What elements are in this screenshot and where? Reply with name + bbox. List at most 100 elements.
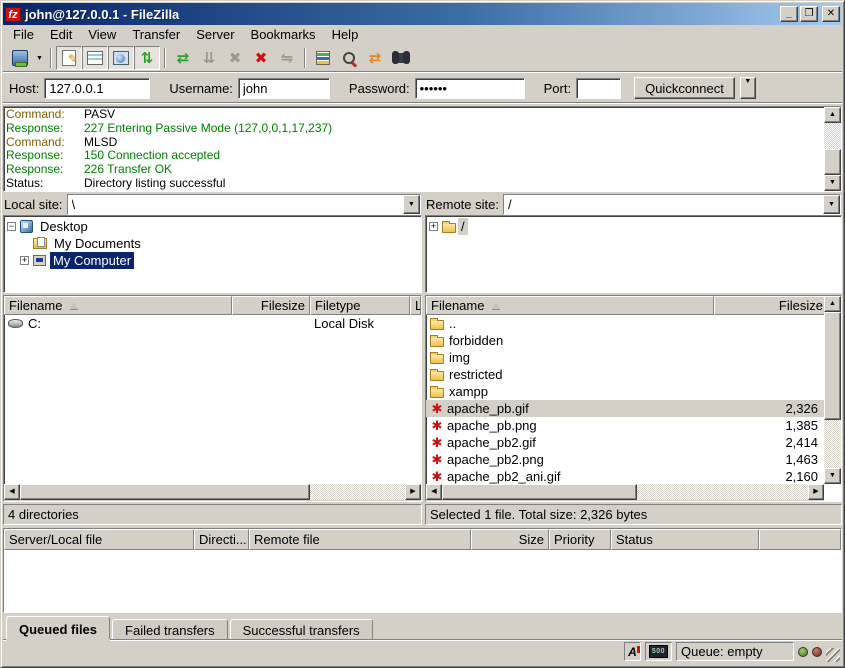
scroll-right-icon[interactable]: ▶ [808, 484, 824, 500]
file-row[interactable]: ✱apache_pb2.png1,463 [426, 451, 824, 468]
toolbar-separator [50, 48, 52, 68]
quickconnect-button[interactable]: Quickconnect [634, 77, 735, 99]
file-row[interactable]: restricted [426, 366, 824, 383]
close-button[interactable]: ✕ [822, 6, 840, 22]
expand-icon[interactable]: + [20, 256, 29, 265]
menu-bookmarks[interactable]: Bookmarks [243, 25, 324, 44]
tree-item-my-computer[interactable]: + My Computer [7, 252, 421, 269]
column-header-filesize[interactable]: Filesize [714, 296, 828, 315]
cancel-operation-button[interactable]: ✖ [222, 46, 248, 70]
scroll-left-icon[interactable]: ◀ [426, 484, 442, 500]
toggle-local-tree-button[interactable] [82, 46, 108, 70]
scroll-up-icon[interactable]: ▲ [824, 296, 841, 312]
reconnect-button[interactable]: ⇋ [274, 46, 300, 70]
scroll-thumb[interactable] [824, 149, 841, 175]
toggle-message-log-button[interactable] [56, 46, 82, 70]
host-label: Host: [9, 81, 39, 96]
synchronized-browsing-button[interactable]: ⇄ [362, 46, 388, 70]
maximize-button[interactable]: ❐ [800, 6, 818, 22]
remote-hscrollbar[interactable]: ◀ ▶ [426, 484, 824, 501]
local-site-input[interactable] [68, 195, 403, 214]
image-file-icon: ✱ [430, 436, 444, 449]
folder-icon [430, 388, 444, 398]
quickconnect-dropdown[interactable]: ▼ [740, 77, 756, 99]
column-header-priority[interactable]: Priority [549, 529, 611, 550]
filter-button[interactable] [310, 46, 336, 70]
tab-failed-transfers[interactable]: Failed transfers [112, 619, 228, 639]
menu-view[interactable]: View [80, 25, 124, 44]
scroll-up-icon[interactable]: ▲ [824, 107, 841, 123]
binoculars-icon [393, 53, 409, 63]
file-row[interactable]: .. [426, 315, 824, 332]
collapse-icon[interactable]: − [7, 222, 16, 231]
file-row[interactable]: ✱apache_pb2.gif2,414 [426, 434, 824, 451]
scroll-thumb[interactable] [824, 312, 841, 420]
tree-item-desktop[interactable]: − Desktop [7, 218, 421, 235]
file-row[interactable]: ✱apache_pb2_ani.gif2,160 [426, 468, 824, 484]
chevron-down-icon[interactable]: ▼ [823, 195, 840, 214]
tab-successful-transfers[interactable]: Successful transfers [230, 619, 373, 639]
menu-server[interactable]: Server [188, 25, 242, 44]
column-header-filetype[interactable]: Filetype [310, 296, 410, 315]
file-row[interactable]: xampp [426, 383, 824, 400]
column-header-lastmodified[interactable]: L [410, 296, 421, 315]
scroll-down-icon[interactable]: ▼ [824, 175, 841, 191]
remote-tree: + / [425, 215, 842, 293]
local-file-list: Filename Filesize Filetype L C: Local Di… [3, 295, 422, 502]
activity-led-red-icon [812, 647, 822, 657]
toolbar-separator [304, 48, 306, 68]
column-header-server-local-file[interactable]: Server/Local file [4, 529, 194, 550]
drive-icon [8, 319, 23, 328]
log-scrollbar[interactable]: ▲ ▼ [824, 107, 841, 191]
column-header-status[interactable]: Status [611, 529, 759, 550]
port-input[interactable] [576, 78, 621, 99]
column-header-remote-file[interactable]: Remote file [249, 529, 471, 550]
username-input[interactable] [238, 78, 330, 99]
refresh-button[interactable]: ⇄ [170, 46, 196, 70]
local-site-combo[interactable]: ▼ [67, 194, 421, 215]
site-manager-dropdown[interactable]: ▼ [33, 46, 46, 70]
remote-vscrollbar[interactable]: ▲ ▼ [824, 296, 841, 484]
remote-site-input[interactable] [504, 195, 823, 214]
remote-site-combo[interactable]: ▼ [503, 194, 841, 215]
file-row-selected[interactable]: ✱apache_pb.gif2,326 [426, 400, 824, 417]
scroll-down-icon[interactable]: ▼ [824, 468, 841, 484]
toggle-queue-button[interactable]: ⇅ [134, 46, 160, 70]
menu-edit[interactable]: Edit [42, 25, 80, 44]
disconnect-icon: ✖ [255, 51, 268, 66]
host-input[interactable] [44, 78, 150, 99]
message-log: Command:PASV Response:227 Entering Passi… [3, 106, 842, 192]
password-input[interactable] [415, 78, 525, 99]
log-line: Status:Directory listing successful [6, 177, 822, 190]
find-files-button[interactable] [388, 46, 414, 70]
scroll-right-icon[interactable]: ▶ [405, 484, 421, 500]
resize-grip[interactable] [826, 648, 840, 662]
scroll-left-icon[interactable]: ◀ [4, 484, 20, 500]
scroll-thumb[interactable] [20, 484, 310, 500]
file-row[interactable]: forbidden [426, 332, 824, 349]
column-header-filesize[interactable]: Filesize [232, 296, 310, 315]
column-header-filename[interactable]: Filename [426, 296, 714, 315]
tree-item-my-documents[interactable]: My Documents [7, 235, 421, 252]
file-row[interactable]: ✱apache_pb.png1,385 [426, 417, 824, 434]
chevron-down-icon[interactable]: ▼ [403, 195, 420, 214]
disconnect-button[interactable]: ✖ [248, 46, 274, 70]
menu-transfer[interactable]: Transfer [124, 25, 188, 44]
file-row-c-drive[interactable]: C: Local Disk [4, 315, 421, 332]
column-header-direction[interactable]: Directi... [194, 529, 249, 550]
expand-icon[interactable]: + [429, 222, 438, 231]
minimize-button[interactable]: _ [780, 6, 798, 22]
column-header-filename[interactable]: Filename [4, 296, 232, 315]
menu-help[interactable]: Help [324, 25, 367, 44]
tree-item-root[interactable]: + / [429, 218, 841, 235]
directory-comparison-button[interactable] [336, 46, 362, 70]
scroll-thumb[interactable] [442, 484, 637, 500]
column-header-size[interactable]: Size [471, 529, 549, 550]
site-manager-button[interactable] [7, 46, 33, 70]
tab-queued-files[interactable]: Queued files [6, 616, 110, 639]
local-hscrollbar[interactable]: ◀ ▶ [4, 484, 421, 501]
file-row[interactable]: img [426, 349, 824, 366]
toggle-remote-tree-button[interactable] [108, 46, 134, 70]
process-queue-button[interactable]: ⇊ [196, 46, 222, 70]
menu-file[interactable]: File [5, 25, 42, 44]
